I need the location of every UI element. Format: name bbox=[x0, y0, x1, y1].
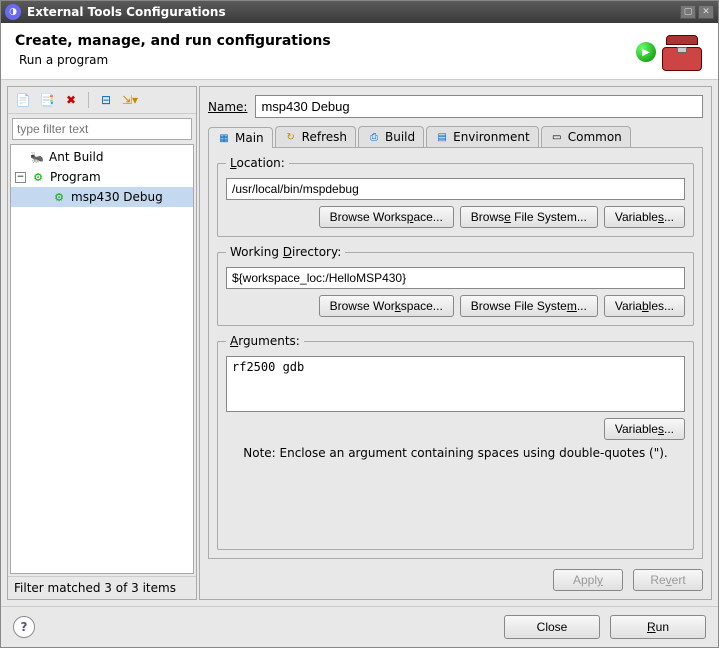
tab-label: Common bbox=[568, 130, 622, 144]
apply-revert-row: Apply Revert bbox=[208, 569, 703, 591]
tab-label: Refresh bbox=[302, 130, 347, 144]
header-title: Create, manage, and run configurations bbox=[15, 33, 636, 49]
titlebar: ◑ External Tools Configurations ▢ ✕ bbox=[1, 1, 718, 23]
environment-tab-icon: ▤ bbox=[435, 130, 449, 144]
dialog-body: 📄 📑 ✖ ⊟ ⇲▾ 🐜 Ant Build − ⚙ Program bbox=[1, 80, 718, 606]
dialog-header: Create, manage, and run configurations R… bbox=[1, 23, 718, 80]
program-child-icon: ⚙ bbox=[51, 189, 67, 205]
working-dir-input[interactable] bbox=[226, 267, 685, 289]
tab-main[interactable]: ▦ Main bbox=[208, 127, 273, 148]
tab-common[interactable]: ▭ Common bbox=[541, 126, 631, 147]
collapse-all-button[interactable]: ⊟ bbox=[97, 91, 115, 109]
header-icons: ▶ bbox=[636, 33, 704, 71]
header-text: Create, manage, and run configurations R… bbox=[15, 33, 636, 67]
tree-label: Ant Build bbox=[49, 150, 103, 164]
program-icon: ⚙ bbox=[30, 169, 46, 185]
location-buttons: Browse Workspace... Browse File System..… bbox=[226, 206, 685, 228]
tab-content-main: Location: Browse Workspace... Browse Fil… bbox=[208, 148, 703, 559]
arguments-note: Note: Enclose an argument containing spa… bbox=[226, 446, 685, 460]
ant-icon: 🐜 bbox=[29, 149, 45, 165]
name-label: Name: bbox=[208, 100, 247, 114]
footer-buttons: Close Run bbox=[504, 615, 706, 639]
location-group: Location: Browse Workspace... Browse Fil… bbox=[217, 156, 694, 237]
close-button[interactable]: Close bbox=[504, 615, 600, 639]
common-tab-icon: ▭ bbox=[550, 130, 564, 144]
duplicate-config-button[interactable]: 📑 bbox=[38, 91, 56, 109]
left-pane: 📄 📑 ✖ ⊟ ⇲▾ 🐜 Ant Build − ⚙ Program bbox=[7, 86, 197, 600]
location-browse-filesystem-button[interactable]: Browse File System... bbox=[460, 206, 598, 228]
tab-build[interactable]: ⎙ Build bbox=[358, 126, 424, 147]
tree-label: msp430 Debug bbox=[71, 190, 163, 204]
location-input[interactable] bbox=[226, 178, 685, 200]
workdir-browse-workspace-button[interactable]: Browse Workspace... bbox=[319, 295, 454, 317]
toolbar-separator bbox=[88, 92, 89, 108]
arguments-group: Arguments: Variables... Note: Enclose an… bbox=[217, 334, 694, 550]
location-legend: Location: bbox=[226, 156, 289, 170]
location-browse-workspace-button[interactable]: Browse Workspace... bbox=[319, 206, 454, 228]
build-tab-icon: ⎙ bbox=[367, 130, 381, 144]
tab-label: Environment bbox=[453, 130, 530, 144]
tree-toggle-icon[interactable]: − bbox=[15, 172, 26, 183]
arguments-buttons: Variables... bbox=[226, 418, 685, 440]
delete-config-button[interactable]: ✖ bbox=[62, 91, 80, 109]
tab-environment[interactable]: ▤ Environment bbox=[426, 126, 539, 147]
arguments-input[interactable] bbox=[226, 356, 685, 412]
tree-label: Program bbox=[50, 170, 101, 184]
tree-item-ant-build[interactable]: 🐜 Ant Build bbox=[11, 147, 193, 167]
right-pane: Name: ▦ Main ↻ Refresh ⎙ Build ▤ bbox=[199, 86, 712, 600]
filter-menu-button[interactable]: ⇲▾ bbox=[121, 91, 139, 109]
name-input[interactable] bbox=[255, 95, 703, 118]
working-dir-legend: Working Directory: bbox=[226, 245, 345, 259]
workdir-browse-filesystem-button[interactable]: Browse File System... bbox=[460, 295, 598, 317]
tab-bar: ▦ Main ↻ Refresh ⎙ Build ▤ Environment ▭ bbox=[208, 126, 703, 148]
working-dir-buttons: Browse Workspace... Browse File System..… bbox=[226, 295, 685, 317]
app-icon: ◑ bbox=[5, 4, 21, 20]
run-icon: ▶ bbox=[636, 42, 656, 62]
location-variables-button[interactable]: Variables... bbox=[604, 206, 685, 228]
tree-item-msp430-debug[interactable]: ⚙ msp430 Debug bbox=[11, 187, 193, 207]
main-tab-icon: ▦ bbox=[217, 131, 231, 145]
close-window-button[interactable]: ✕ bbox=[698, 5, 714, 19]
help-button[interactable]: ? bbox=[13, 616, 35, 638]
tab-label: Main bbox=[235, 131, 264, 145]
toolbox-icon bbox=[660, 33, 704, 71]
dialog-footer: ? Close Run bbox=[1, 606, 718, 647]
tab-refresh[interactable]: ↻ Refresh bbox=[275, 126, 356, 147]
header-subtitle: Run a program bbox=[19, 53, 636, 67]
dialog-window: ◑ External Tools Configurations ▢ ✕ Crea… bbox=[0, 0, 719, 648]
name-row: Name: bbox=[208, 95, 703, 118]
filter-input[interactable] bbox=[12, 118, 192, 140]
revert-button[interactable]: Revert bbox=[633, 569, 703, 591]
config-tree: 🐜 Ant Build − ⚙ Program ⚙ msp430 Debug bbox=[10, 144, 194, 574]
new-config-button[interactable]: 📄 bbox=[14, 91, 32, 109]
tab-label: Build bbox=[385, 130, 415, 144]
left-toolbar: 📄 📑 ✖ ⊟ ⇲▾ bbox=[8, 87, 196, 114]
workdir-variables-button[interactable]: Variables... bbox=[604, 295, 685, 317]
arguments-variables-button[interactable]: Variables... bbox=[604, 418, 685, 440]
tree-item-program[interactable]: − ⚙ Program bbox=[11, 167, 193, 187]
minimize-button[interactable]: ▢ bbox=[680, 5, 696, 19]
working-dir-group: Working Directory: Browse Workspace... B… bbox=[217, 245, 694, 326]
run-button[interactable]: Run bbox=[610, 615, 706, 639]
window-title: External Tools Configurations bbox=[27, 5, 678, 19]
arguments-legend: Arguments: bbox=[226, 334, 304, 348]
refresh-tab-icon: ↻ bbox=[284, 130, 298, 144]
filter-status: Filter matched 3 of 3 items bbox=[8, 576, 196, 599]
apply-button[interactable]: Apply bbox=[553, 569, 623, 591]
